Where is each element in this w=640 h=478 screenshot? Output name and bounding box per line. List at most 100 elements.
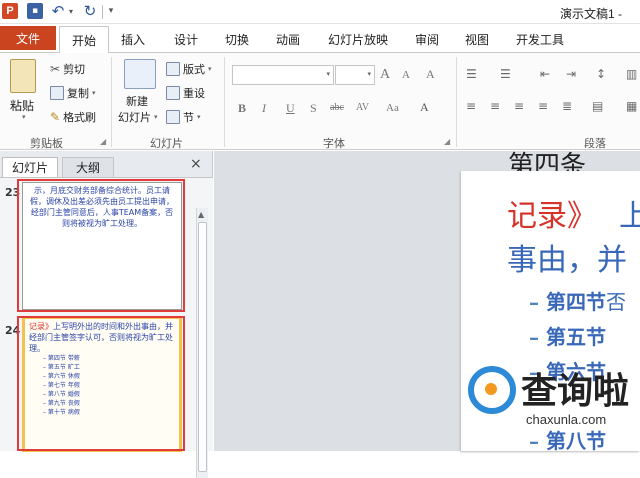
tab-view[interactable]: 视图 [465,31,489,48]
line-spacing-icon[interactable]: ↕ [596,67,606,81]
increase-indent-icon[interactable]: ⇥ [566,67,576,81]
undo-icon[interactable]: ↶ [50,2,66,20]
layout-icon [166,62,180,76]
section-label: 节 [183,111,194,124]
change-case-button[interactable]: Aa [386,102,399,114]
save-icon[interactable]: ▪ [27,3,43,19]
watermark-text: 查询啦 [521,371,630,412]
new-slide-label: 幻灯片 [118,111,151,124]
window-title: 演示文稿1 - [560,7,623,21]
slide-thumbnail-selected[interactable]: 记录》上写明外出的时间和外出事由，并经部门主管签字认可，否则将视为旷工处理。 –… [22,316,182,452]
font-launcher-icon[interactable]: ◢ [444,137,450,146]
text-direction-icon[interactable]: ▥ [626,67,637,81]
align-text-icon[interactable]: ▦ [626,99,637,113]
align-right-icon[interactable]: ≡ [514,99,524,113]
distributed-icon[interactable]: ≣ [562,99,572,113]
new-slide-button[interactable]: 新建 [126,93,148,109]
tab-slideshow[interactable]: 幻灯片放映 [328,31,388,48]
chevron-down-icon: ▾ [154,113,158,121]
quick-access-separator [102,5,103,19]
clipboard-launcher-icon[interactable]: ◢ [100,137,106,146]
clear-formatting-button[interactable]: A [426,67,435,82]
tab-outline[interactable]: 大纲 [62,157,114,177]
shadow-button[interactable]: S [310,101,317,116]
tab-file[interactable]: 文件 [0,26,56,50]
undo-dropdown-icon[interactable]: ▾ [67,3,75,19]
new-slide-dropdown[interactable]: 幻灯片 ▾ [118,109,158,125]
slide-text: 上 [619,199,640,234]
bullet-dash: – [529,290,546,314]
bullets-icon[interactable]: ☰ [466,67,477,81]
numbering-icon[interactable]: ☰ [500,67,511,81]
slide-red-text: 记录》 [507,199,597,234]
clipboard-group-label: 剪贴板 [30,137,63,150]
paragraph-group-label: 段落 [584,137,606,150]
new-slide-icon[interactable] [124,59,156,89]
close-icon[interactable]: × [190,156,202,172]
justify-icon[interactable]: ≡ [538,99,548,113]
strikethrough-button[interactable]: abc [330,102,344,113]
tab-developer[interactable]: 开发工具 [516,31,564,48]
decrease-indent-icon[interactable]: ⇤ [540,67,550,81]
slides-panel: 幻灯片 大纲 × 23 示，月底交财务部备综合统计。员工请假，调休及出差必须先由… [0,151,213,478]
underline-button[interactable]: U [286,101,295,116]
thumbnail-text: 示，月底交财务部备综合统计。员工请假，调休及出差必须先由员工提出申请，经部门主管… [30,186,174,228]
paste-icon[interactable] [10,59,36,93]
group-separator [224,57,225,147]
powerpoint-icon[interactable]: P [2,3,18,19]
title-bar: P ▪ ↶ ▾ ↻ ▾ 演示文稿1 - [0,0,640,24]
tab-home[interactable]: 开始 [59,26,109,53]
copy-dropdown-icon[interactable]: ▾ [92,89,96,97]
watermark: 查询啦 chaxunla.com [466,364,636,436]
thumbnail-scrollbar[interactable]: ▲ [196,208,208,478]
columns-icon[interactable]: ▤ [592,99,603,113]
chevron-down-icon: ▾ [326,70,330,78]
paste-button[interactable]: 粘贴 [10,97,34,114]
tab-design[interactable]: 设计 [174,31,198,48]
shrink-font-button[interactable]: A [402,69,410,81]
grow-font-button[interactable]: A [380,67,390,83]
cut-button[interactable]: ✂ 剪切 [50,61,85,77]
chevron-down-icon: ▾ [208,65,212,73]
tab-slides[interactable]: 幻灯片 [2,157,58,177]
format-painter-button[interactable]: ✎ 格式刷 [50,109,96,125]
redo-icon[interactable]: ↻ [82,2,98,20]
tab-insert[interactable]: 插入 [121,31,145,48]
thumbnail-line: – 第六节 休假 [43,373,80,380]
slide-text: 事由，并 [507,243,627,278]
ribbon: 粘贴 ▾ ✂ 剪切 复制 ▾ ✎ 格式刷 剪贴板 ◢ 新建 幻灯片 ▾ 版式 ▾ 重设 节… [0,52,640,150]
tab-review[interactable]: 审阅 [415,31,439,48]
bold-button[interactable]: B [238,101,246,116]
customize-quick-access-icon[interactable]: ▾ [106,3,116,19]
thumbnail-line: – 第十节 病假 [43,409,80,416]
align-left-icon[interactable]: ≡ [466,99,476,113]
tab-animations[interactable]: 动画 [276,31,300,48]
italic-button[interactable]: I [262,101,266,116]
copy-icon [50,86,64,100]
watermark-url: chaxunla.com [526,412,607,427]
thumbnail-red-text: 记录》 [29,322,53,331]
copy-label: 复制 [67,87,89,100]
font-name-combobox[interactable]: ▾ [232,65,334,85]
align-center-icon[interactable]: ≡ [490,99,500,113]
slide-thumbnail[interactable]: 示，月底交财务部备综合统计。员工请假，调休及出差必须先由员工提出申请，经部门主管… [22,182,182,310]
font-size-combobox[interactable]: ▾ [335,65,375,85]
font-color-button[interactable]: A [420,100,429,115]
bullet-dash: – [529,325,546,349]
thumbnail-line: – 第八节 婚假 [43,391,80,398]
reset-button[interactable]: 重设 [166,85,205,101]
ribbon-tab-bar: 文件 开始 插入 设计 切换 动画 幻灯片放映 审阅 视图 开发工具 [0,24,640,53]
copy-button[interactable]: 复制 ▾ [50,85,96,101]
group-separator [456,57,457,147]
section-button[interactable]: 节 ▾ [166,109,201,125]
layout-button[interactable]: 版式 ▾ [166,61,212,77]
scroll-up-icon[interactable]: ▲ [198,210,204,219]
thumbnail-list[interactable]: 23 示，月底交财务部备综合统计。员工请假，调休及出差必须先由员工提出申请，经部… [0,177,213,478]
scrollbar-thumb[interactable] [198,222,207,472]
font-group-label: 字体 [323,137,345,150]
tab-transitions[interactable]: 切换 [225,31,249,48]
character-spacing-button[interactable]: AV [356,102,369,113]
slide-text: 否 [605,290,626,314]
paste-dropdown-icon[interactable]: ▾ [22,113,26,121]
chevron-down-icon: ▾ [197,113,201,121]
